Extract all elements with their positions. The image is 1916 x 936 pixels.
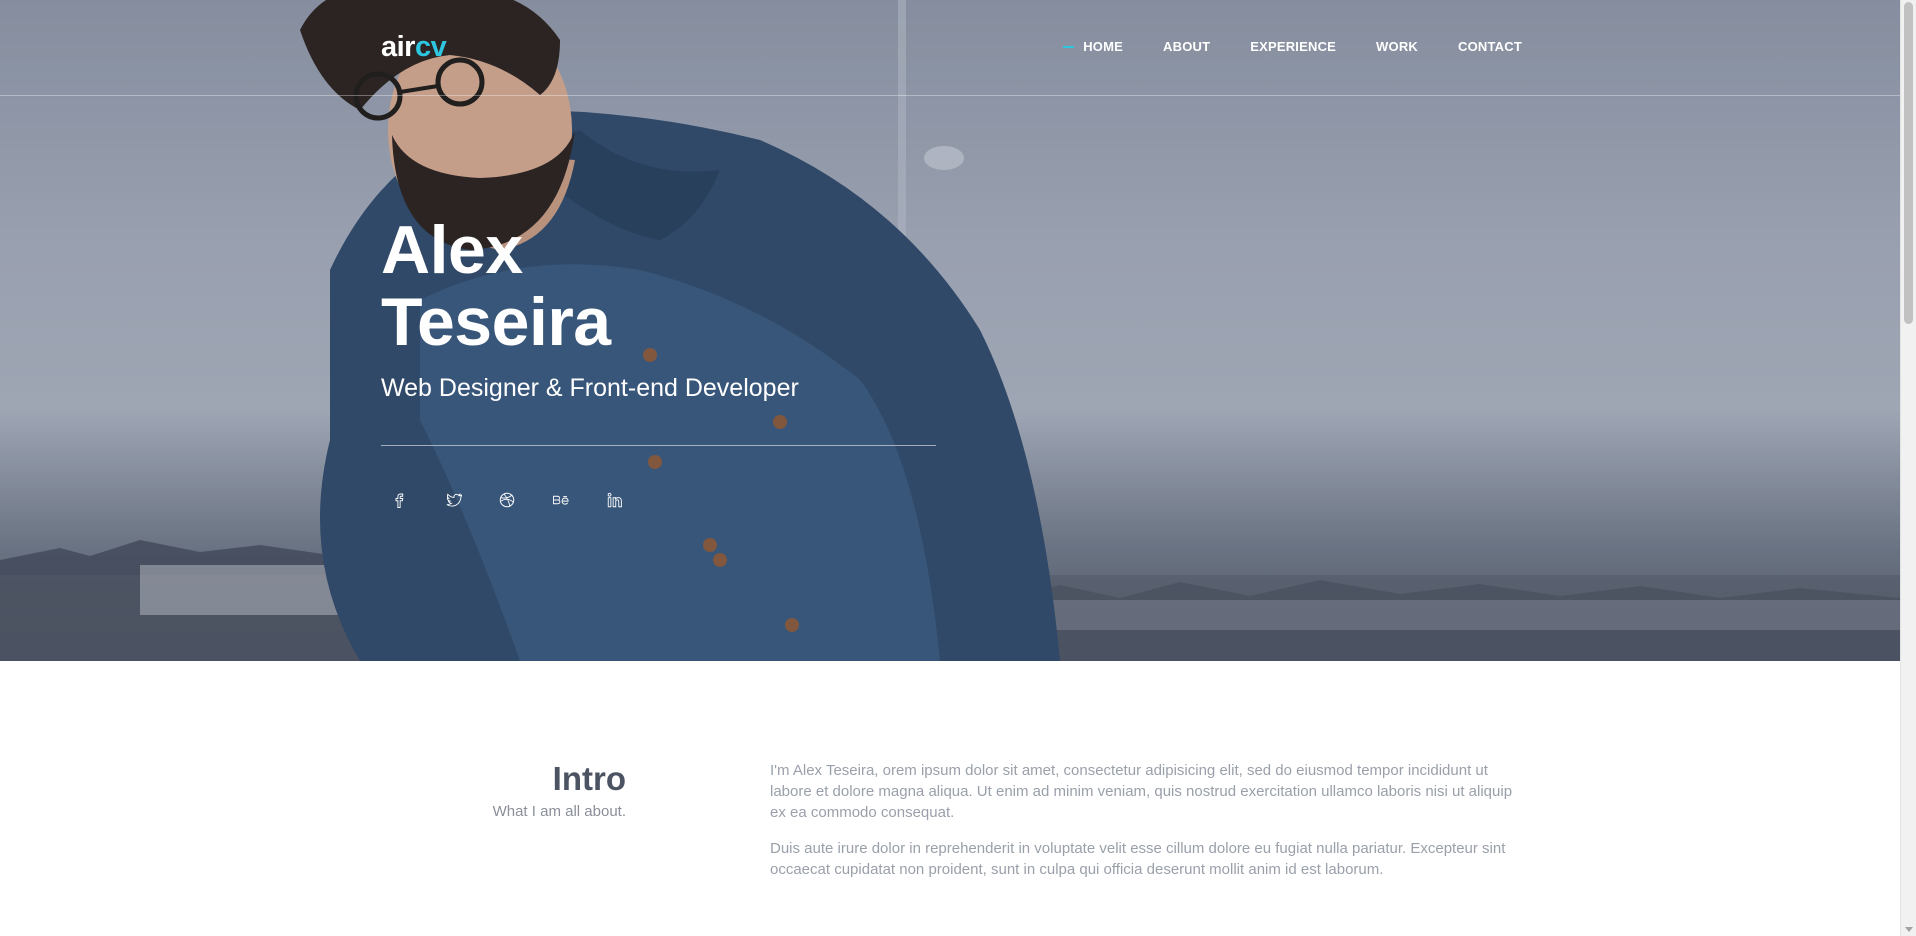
hero-name: Alex Teseira — [381, 214, 611, 358]
nav-item-home[interactable]: HOME — [1063, 39, 1123, 54]
hero-overlay — [0, 0, 1900, 661]
nav-item-label: HOME — [1083, 39, 1124, 54]
hero-last-name: Teseira — [381, 284, 611, 360]
page-scrollbar[interactable] — [1900, 0, 1916, 936]
nav-item-label: WORK — [1376, 39, 1419, 54]
facebook-icon — [395, 493, 404, 508]
intro-paragraph: Duis aute irure dolor in reprehenderit i… — [770, 840, 1506, 878]
scroll-down-arrow-icon[interactable] — [1905, 927, 1913, 932]
social-links — [386, 487, 628, 513]
nav-item-label: CONTACT — [1458, 39, 1522, 54]
hero-section: aircv HOME ABOUT EXPERIENCE WORK CONTACT — [0, 0, 1900, 661]
scrollbar-thumb[interactable] — [1904, 2, 1913, 324]
nav-item-about[interactable]: ABOUT — [1163, 39, 1210, 54]
top-navbar: aircv HOME ABOUT EXPERIENCE WORK CONTACT — [0, 0, 1900, 96]
behance-link[interactable] — [548, 487, 574, 513]
intro-subtitle: What I am all about. — [492, 803, 626, 820]
dribbble-icon — [499, 492, 515, 508]
logo-text-cv: cv — [414, 31, 447, 63]
linkedin-icon — [607, 492, 622, 508]
behance-icon — [553, 495, 569, 505]
nav-item-label: ABOUT — [1163, 39, 1211, 54]
hero-divider — [381, 445, 936, 446]
logo-text-air: air — [381, 31, 415, 63]
nav-item-label: EXPERIENCE — [1250, 39, 1337, 54]
nav-item-work[interactable]: WORK — [1376, 39, 1418, 54]
site-logo[interactable]: aircv — [381, 31, 447, 64]
linkedin-link[interactable] — [602, 487, 628, 513]
active-indicator — [1063, 45, 1075, 48]
dribbble-link[interactable] — [494, 487, 520, 513]
intro-text: I'm Alex Teseira, orem ipsum dolor sit a… — [770, 760, 1520, 895]
page: aircv HOME ABOUT EXPERIENCE WORK CONTACT — [0, 0, 1900, 936]
intro-title: Intro — [552, 760, 626, 797]
hero-first-name: Alex — [381, 212, 523, 288]
twitter-icon — [446, 493, 462, 507]
main-nav: HOME ABOUT EXPERIENCE WORK CONTACT — [1063, 39, 1522, 54]
twitter-link[interactable] — [440, 487, 466, 513]
hero-subtitle: Web Designer & Front-end Developer — [381, 374, 799, 402]
nav-item-contact[interactable]: CONTACT — [1458, 39, 1522, 54]
intro-paragraph: I'm Alex Teseira, orem ipsum dolor sit a… — [770, 762, 1513, 821]
facebook-link[interactable] — [386, 487, 412, 513]
nav-item-experience[interactable]: EXPERIENCE — [1250, 39, 1336, 54]
